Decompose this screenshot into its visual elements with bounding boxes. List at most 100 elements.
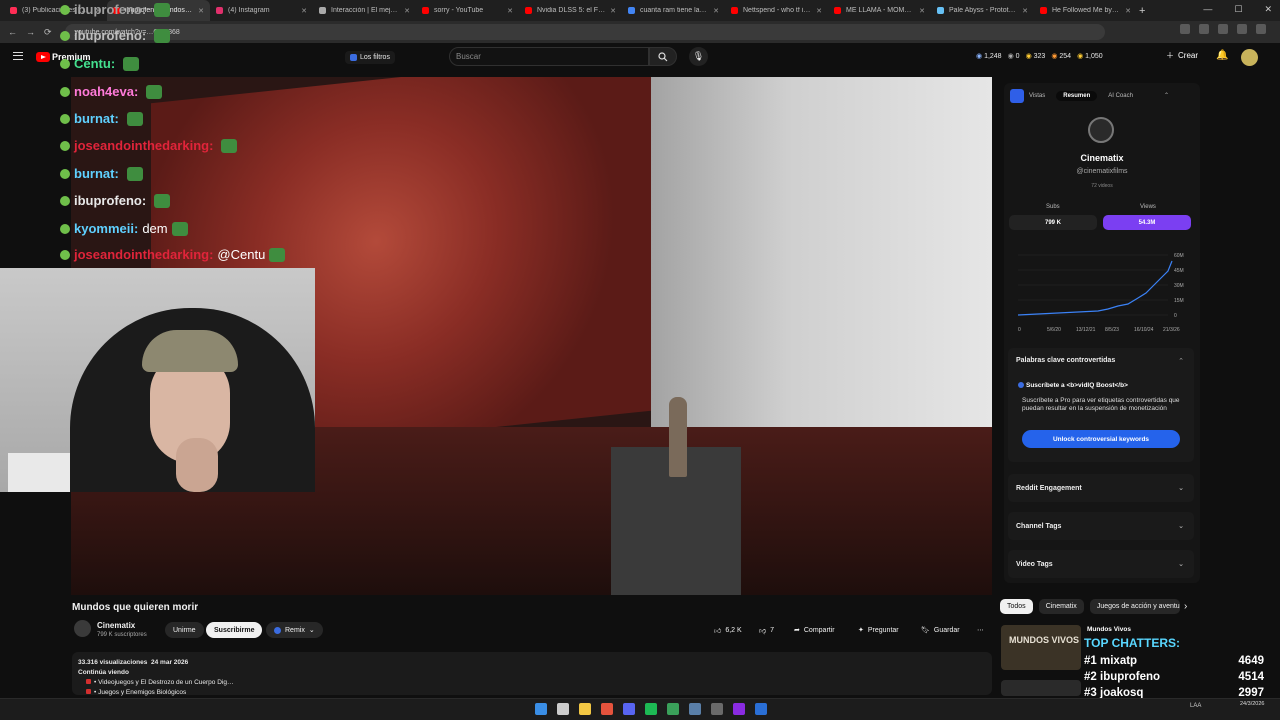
notifications-icon[interactable]: 🔔 bbox=[1216, 50, 1228, 61]
reload-icon[interactable]: ⟳ bbox=[44, 27, 52, 38]
close-tab-icon[interactable]: ✕ bbox=[404, 7, 410, 15]
chat-badge-icon bbox=[60, 249, 70, 260]
system-clock[interactable]: 24/3/2026 bbox=[1240, 701, 1264, 708]
browser-tab[interactable]: Nettspend - who tf is u (… ✕ bbox=[725, 0, 828, 21]
chat-message: Centu: bbox=[60, 56, 140, 71]
chat-message: joseandointhedarking: @Centu bbox=[60, 247, 286, 262]
filter-chip[interactable]: Cinematix bbox=[1038, 599, 1084, 614]
close-tab-icon[interactable]: ✕ bbox=[919, 7, 925, 15]
filters-label: Los filtros bbox=[360, 54, 390, 61]
chat-message: ibuprofeno: bbox=[60, 193, 171, 208]
related-thumbnail[interactable] bbox=[1001, 680, 1081, 696]
join-button[interactable]: Unirme bbox=[165, 622, 204, 638]
app-icon[interactable] bbox=[711, 703, 723, 715]
video-description[interactable]: 33.316 visualizaciones 24 mar 2026 Conti… bbox=[72, 652, 992, 696]
back-icon[interactable]: ← bbox=[8, 27, 17, 37]
chevron-up-icon[interactable]: ⌃ bbox=[1164, 92, 1169, 99]
ask-button[interactable]: ✦ Preguntar bbox=[858, 622, 899, 638]
minimize-icon[interactable]: — bbox=[1203, 4, 1212, 15]
create-button[interactable]: ＋ Crear bbox=[1166, 50, 1198, 61]
channel-avatar[interactable] bbox=[74, 620, 91, 637]
header-stat: ◉ 1,050 bbox=[1077, 53, 1103, 60]
like-button[interactable]: 👍︎ 6,2 K bbox=[714, 622, 742, 638]
extension-icon[interactable] bbox=[1237, 24, 1247, 34]
emote-icon bbox=[154, 28, 171, 43]
views-value[interactable]: 54.3M bbox=[1103, 215, 1191, 230]
close-tab-icon[interactable]: ✕ bbox=[1022, 7, 1028, 15]
vidiq-tab[interactable]: Resumen bbox=[1056, 90, 1098, 101]
vidiq-tab[interactable]: AI Coach bbox=[1101, 91, 1140, 101]
vidiq-tab[interactable]: Vistas bbox=[1022, 91, 1052, 101]
vidiq-views-graph: 60M 45M 30M 15M 0 0 5/6/20 13/12/21 8/5/23 16/10/… bbox=[1017, 253, 1184, 333]
app-icon-2[interactable] bbox=[755, 703, 767, 715]
browser-tab[interactable]: Pale Abyss - Prototype en… ✕ bbox=[931, 0, 1034, 21]
graph-y-tick: 45M bbox=[1174, 268, 1184, 274]
related-video-title[interactable]: Mundos Vivos bbox=[1087, 626, 1131, 633]
chat-text: dem bbox=[142, 221, 168, 236]
voice-search-button[interactable]: 🎙 bbox=[689, 47, 708, 66]
search-button[interactable] bbox=[649, 47, 677, 66]
dislike-button[interactable]: 👎︎ 7 bbox=[759, 622, 774, 638]
extension-icon[interactable] bbox=[1180, 24, 1190, 34]
profile-icon[interactable] bbox=[1256, 24, 1266, 34]
description-item[interactable]: • Juegos y Enemigos Biológicos bbox=[94, 689, 186, 696]
browser-tab[interactable]: sorry - YouTube ✕ bbox=[416, 0, 519, 21]
search-icon[interactable] bbox=[557, 703, 569, 715]
terminal-icon[interactable] bbox=[667, 703, 679, 715]
extension-icon[interactable] bbox=[1199, 24, 1209, 34]
graph-x-tick: 5/6/20 bbox=[1047, 327, 1061, 333]
close-tab-icon[interactable]: ✕ bbox=[816, 7, 822, 15]
channel-name[interactable]: Cinematix bbox=[97, 621, 135, 630]
language-indicator[interactable]: LAA bbox=[1190, 703, 1201, 709]
close-tab-icon[interactable]: ✕ bbox=[507, 7, 513, 15]
close-tab-icon[interactable]: ✕ bbox=[610, 7, 616, 15]
browser-tab[interactable]: Nvidia DLSS 5: el FILTRO… ✕ bbox=[519, 0, 622, 21]
close-tab-icon[interactable]: ✕ bbox=[1125, 7, 1131, 15]
obs-icon[interactable] bbox=[733, 703, 745, 715]
close-window-icon[interactable]: ✕ bbox=[1264, 4, 1272, 15]
chevron-up-icon[interactable]: ⌃ bbox=[1178, 357, 1184, 365]
extension-icon[interactable] bbox=[1218, 24, 1228, 34]
more-actions-icon[interactable]: ⋯ bbox=[977, 622, 984, 638]
windows-icon[interactable] bbox=[535, 703, 547, 715]
header-stat: ◉ 254 bbox=[1051, 53, 1072, 60]
subs-value[interactable]: 799 K bbox=[1009, 215, 1097, 230]
search-input[interactable]: Buscar bbox=[449, 47, 649, 66]
spotify-icon[interactable] bbox=[645, 703, 657, 715]
channel-tags-section[interactable]: Channel Tags ⌄ bbox=[1008, 512, 1194, 540]
reddit-engagement-section[interactable]: Reddit Engagement ⌄ bbox=[1008, 474, 1194, 502]
account-avatar[interactable] bbox=[1241, 49, 1258, 66]
filter-chip[interactable]: Todos bbox=[1000, 599, 1033, 614]
close-tab-icon[interactable]: ✕ bbox=[713, 7, 719, 15]
browser-tab[interactable]: He Followed Me by Zest… ✕ bbox=[1034, 0, 1137, 21]
filter-chip[interactable]: Juegos de acción y aventura bbox=[1089, 599, 1180, 614]
steam-icon[interactable] bbox=[689, 703, 701, 715]
maximize-icon[interactable]: ☐ bbox=[1234, 4, 1242, 15]
stat-icon: ◉ bbox=[976, 53, 983, 60]
chat-username: joseandointhedarking: bbox=[74, 138, 214, 153]
file-explorer-icon[interactable] bbox=[579, 703, 591, 715]
unlock-keywords-button[interactable]: Unlock controversial keywords bbox=[1022, 430, 1180, 448]
save-button[interactable]: 🔖︎ Guardar bbox=[921, 622, 960, 638]
new-tab-icon[interactable]: + bbox=[1139, 5, 1145, 17]
share-button[interactable]: ➦ Compartir bbox=[794, 622, 835, 638]
keywords-header[interactable]: Palabras clave controvertidas bbox=[1016, 357, 1115, 364]
tab-title: He Followed Me by Zest… bbox=[1052, 7, 1120, 14]
section-label: Channel Tags bbox=[1016, 522, 1062, 530]
remix-button[interactable]: Remix ⌄ bbox=[266, 622, 323, 638]
related-thumbnail[interactable]: MUNDOS VIVOS bbox=[1001, 625, 1081, 670]
subscribe-button[interactable]: Suscribirme bbox=[206, 622, 263, 638]
chrome-icon[interactable] bbox=[601, 703, 613, 715]
video-tags-section[interactable]: Video Tags ⌄ bbox=[1008, 550, 1194, 578]
browser-tab[interactable]: cuanta ram tiene la ps3 -… ✕ bbox=[622, 0, 725, 21]
youtube-logo-icon[interactable] bbox=[36, 52, 50, 62]
browser-tab[interactable]: ME LLAMA - MOMO (Bern… ✕ bbox=[828, 0, 931, 21]
description-item[interactable]: • Videojuegos y El Destrozo de un Cuerpo… bbox=[94, 679, 233, 686]
chevron-right-icon[interactable]: › bbox=[1184, 601, 1187, 612]
forward-icon[interactable]: → bbox=[26, 27, 35, 37]
tab-title: cuanta ram tiene la ps3 -… bbox=[640, 7, 708, 14]
menu-icon[interactable] bbox=[13, 52, 23, 60]
section-label: Video Tags bbox=[1016, 560, 1053, 568]
emote-icon bbox=[269, 247, 286, 262]
discord-icon[interactable] bbox=[623, 703, 635, 715]
